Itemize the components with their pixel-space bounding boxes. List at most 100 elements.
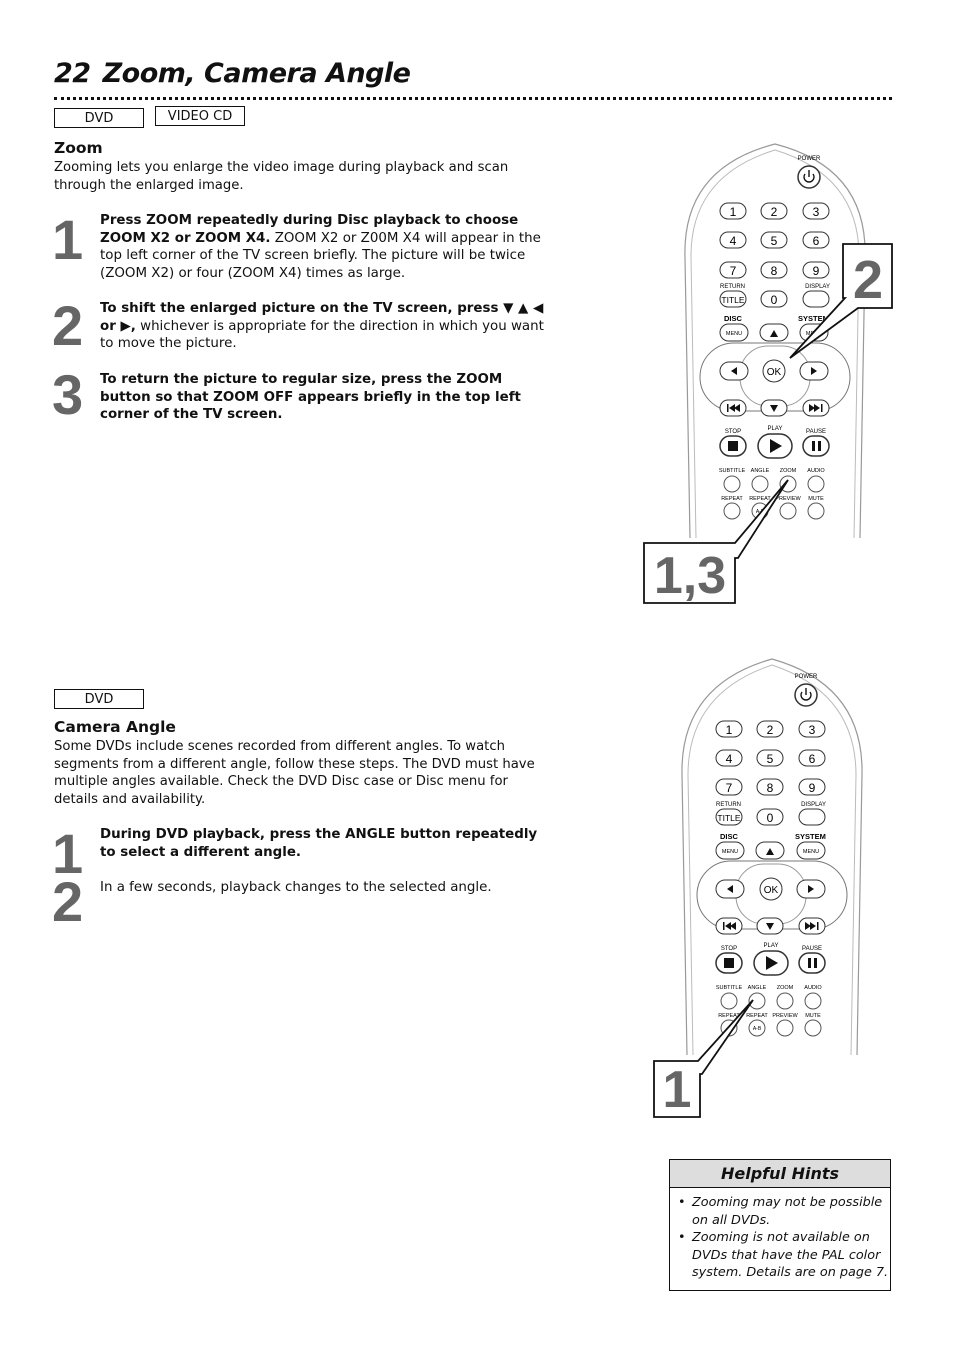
up-button[interactable] bbox=[759, 323, 789, 342]
digit-button-7[interactable]: 7 bbox=[719, 261, 747, 279]
digit-button-2[interactable]: 2 bbox=[760, 202, 788, 220]
angle-label: ANGLE bbox=[751, 468, 770, 474]
digit-button-7[interactable]: 7 bbox=[715, 778, 743, 796]
mute-button[interactable] bbox=[807, 502, 825, 520]
zoom-heading: Zoom bbox=[54, 139, 103, 157]
right-button[interactable] bbox=[799, 361, 829, 381]
title-button[interactable]: TITLE bbox=[715, 808, 743, 826]
callout-1-3-label: 1,3 bbox=[654, 547, 726, 605]
subtitle-button[interactable] bbox=[720, 992, 738, 1010]
left-button[interactable] bbox=[715, 879, 745, 899]
digit-button-0[interactable]: 0 bbox=[760, 290, 788, 308]
power-button[interactable] bbox=[794, 683, 818, 707]
ok-button[interactable]: OK bbox=[759, 877, 783, 901]
digit-button-3[interactable]: 3 bbox=[802, 202, 830, 220]
digit-button-8[interactable]: 8 bbox=[756, 778, 784, 796]
zoom-step-1-number: 1 bbox=[52, 208, 84, 271]
svg-text:2: 2 bbox=[771, 205, 778, 219]
repeat-ab-label: REPEAT bbox=[746, 1013, 768, 1019]
svg-text:MENU: MENU bbox=[803, 849, 819, 855]
power-label: POWER bbox=[798, 156, 821, 162]
power-label: POWER bbox=[795, 674, 818, 680]
helpful-hints-list: Zooming may not be possible on all DVDs.… bbox=[670, 1194, 890, 1282]
left-button[interactable] bbox=[719, 361, 749, 381]
digit-button-6[interactable]: 6 bbox=[798, 749, 826, 767]
digit-button-5[interactable]: 5 bbox=[760, 231, 788, 249]
play-button[interactable] bbox=[753, 950, 789, 976]
zoom-button[interactable] bbox=[776, 992, 794, 1010]
badge-dvd-angle: DVD bbox=[54, 689, 144, 709]
zoom-step-3: To return the picture to regular size, p… bbox=[100, 371, 550, 424]
next-button[interactable] bbox=[798, 917, 826, 935]
svg-text:9: 9 bbox=[809, 781, 816, 795]
audio-button[interactable] bbox=[807, 475, 825, 493]
display-button[interactable] bbox=[802, 290, 830, 308]
digit-button-1[interactable]: 1 bbox=[719, 202, 747, 220]
play-button[interactable] bbox=[757, 433, 793, 459]
preview-label: PREVIEW bbox=[775, 496, 801, 502]
up-button[interactable] bbox=[755, 841, 785, 860]
repeat-ab-label: REPEAT bbox=[749, 496, 771, 502]
repeat-ab-button[interactable]: A-B bbox=[748, 1019, 766, 1037]
power-button[interactable] bbox=[797, 165, 821, 189]
remote-svg-zoom: POWER 1 2 3 4 5 6 7 8 9 RETURN DISPLAY T… bbox=[643, 143, 893, 605]
disc-label: DISC bbox=[724, 314, 743, 323]
disc-label: DISC bbox=[720, 832, 739, 841]
prev-button[interactable] bbox=[719, 399, 747, 417]
zoom-label: ZOOM bbox=[780, 468, 797, 474]
digit-button-3[interactable]: 3 bbox=[798, 720, 826, 738]
down-button[interactable] bbox=[760, 399, 788, 417]
preview-button[interactable] bbox=[779, 502, 797, 520]
remote-illustration-angle: POWER 1 2 3 4 5 6 7 8 9 RETURN DISPLAY T… bbox=[640, 655, 900, 1125]
digit-button-1[interactable]: 1 bbox=[715, 720, 743, 738]
dotted-divider bbox=[54, 97, 892, 100]
subtitle-button[interactable] bbox=[723, 475, 741, 493]
repeat-button[interactable] bbox=[723, 502, 741, 520]
pause-button[interactable] bbox=[802, 435, 830, 457]
title-button[interactable]: TITLE bbox=[719, 290, 747, 308]
zoom-step-2: To shift the enlarged picture on the TV … bbox=[100, 300, 555, 353]
angle-label: ANGLE bbox=[748, 985, 767, 991]
angle-step-1: During DVD playback, press the ANGLE but… bbox=[100, 826, 555, 861]
angle-button[interactable] bbox=[751, 475, 769, 493]
digit-button-5[interactable]: 5 bbox=[756, 749, 784, 767]
return-label: RETURN bbox=[716, 802, 741, 808]
down-button[interactable] bbox=[756, 917, 784, 935]
digit-button-0[interactable]: 0 bbox=[756, 808, 784, 826]
display-label: DISPLAY bbox=[801, 802, 826, 808]
digit-button-8[interactable]: 8 bbox=[760, 261, 788, 279]
mute-button[interactable] bbox=[804, 1019, 822, 1037]
stop-button[interactable] bbox=[719, 435, 747, 457]
next-button[interactable] bbox=[802, 399, 830, 417]
svg-text:2: 2 bbox=[767, 723, 774, 737]
digit-button-4[interactable]: 4 bbox=[719, 231, 747, 249]
angle-step-2: In a few seconds, playback changes to th… bbox=[100, 879, 555, 897]
svg-text:6: 6 bbox=[813, 234, 820, 248]
stop-icon bbox=[724, 958, 734, 968]
stop-button[interactable] bbox=[715, 952, 743, 974]
digit-button-9[interactable]: 9 bbox=[802, 261, 830, 279]
prev-button[interactable] bbox=[715, 917, 743, 935]
digit-button-6[interactable]: 6 bbox=[802, 231, 830, 249]
disc-menu-button[interactable]: MENU bbox=[719, 323, 749, 342]
zoom-step-3-bold: To return the picture to regular size, p… bbox=[100, 372, 521, 422]
digit-button-9[interactable]: 9 bbox=[798, 778, 826, 796]
pause-button[interactable] bbox=[798, 952, 826, 974]
helpful-hints-heading: Helpful Hints bbox=[670, 1160, 890, 1188]
right-button[interactable] bbox=[796, 879, 826, 899]
ok-button[interactable]: OK bbox=[762, 359, 786, 383]
hint-item: Zooming is not available on DVDs that ha… bbox=[678, 1229, 890, 1282]
callout-1: 1 bbox=[653, 999, 754, 1119]
digit-button-4[interactable]: 4 bbox=[715, 749, 743, 767]
svg-text:MENU: MENU bbox=[726, 331, 742, 337]
disc-menu-button[interactable]: MENU bbox=[715, 841, 745, 860]
system-menu-button[interactable]: MENU bbox=[796, 841, 826, 860]
digit-button-2[interactable]: 2 bbox=[756, 720, 784, 738]
callout-1-label: 1 bbox=[663, 1061, 692, 1119]
preview-button[interactable] bbox=[776, 1019, 794, 1037]
display-button[interactable] bbox=[798, 808, 826, 826]
remote-svg-angle: POWER 1 2 3 4 5 6 7 8 9 RETURN DISPLAY T… bbox=[653, 658, 863, 1119]
remote-illustration-zoom: POWER 1 2 3 4 5 6 7 8 9 RETURN DISPLAY T… bbox=[640, 138, 900, 608]
audio-button[interactable] bbox=[804, 992, 822, 1010]
svg-text:A-B: A-B bbox=[753, 1026, 762, 1032]
